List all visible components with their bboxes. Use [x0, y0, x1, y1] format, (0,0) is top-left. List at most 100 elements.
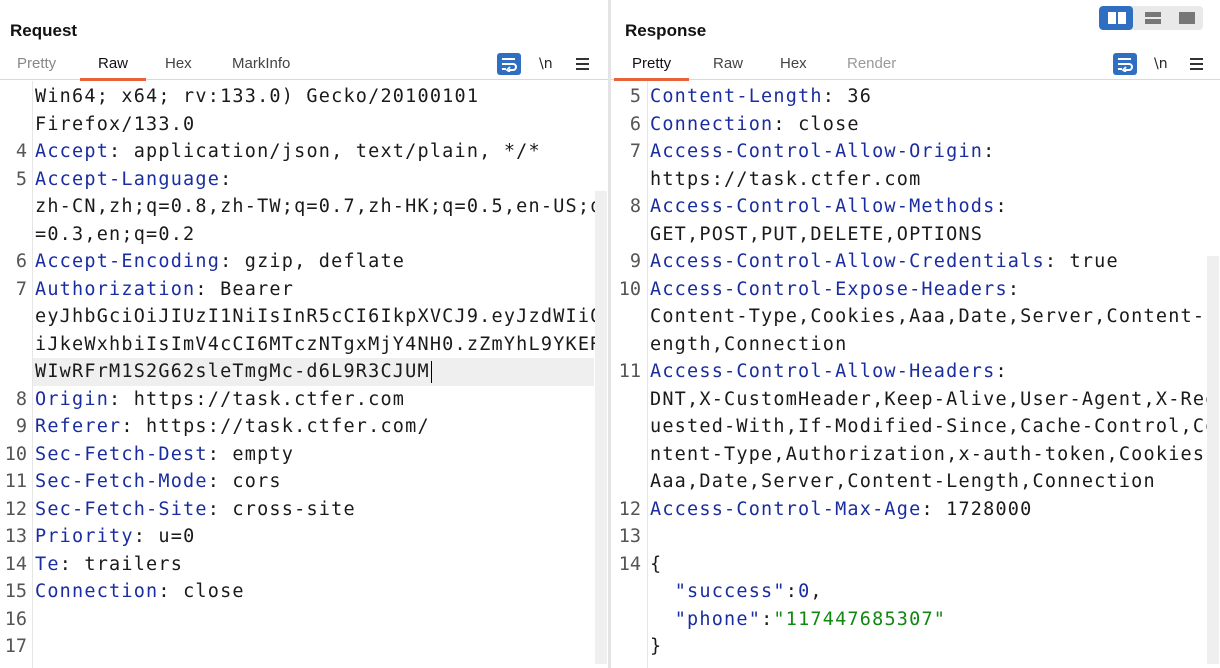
code-line: 7 Access-Control-Allow-Origin:: [611, 138, 1220, 166]
code-token: : Bearer: [195, 278, 295, 300]
code-token: eyJhbGciOiJIUzI1NiIsInR5cCI6IkpXVCJ9.eyJ…: [35, 306, 603, 327]
response-tabs: Pretty Raw Hex Render \n: [611, 50, 1220, 81]
line-number: 13: [618, 526, 641, 547]
code-token: ,: [810, 581, 823, 602]
request-tabs: Pretty Raw Hex MarkInfo \n: [0, 50, 608, 81]
response-tab-render[interactable]: Render: [847, 55, 896, 72]
code-token: iJkeWxhbiIsImV4cCI6MTczNTgxMjY4NH0.zZmYh…: [35, 333, 603, 355]
request-editor[interactable]: Win64; x64; rv:133.0) Gecko/20100101 Fire…: [0, 81, 608, 668]
code-line: Win64; x64; rv:133.0) Gecko/20100101: [0, 83, 608, 111]
response-scrollbar[interactable]: [1207, 256, 1219, 664]
code-token: ntent-Type,Authorization,x-auth-token,Co…: [650, 443, 1218, 465]
code-line: 11 Access-Control-Allow-Headers:: [611, 358, 1220, 386]
code-line: 10 Access-Control-Expose-Headers:: [611, 276, 1220, 304]
code-line: 5 Accept-Language:: [0, 166, 608, 194]
code-line: 14 Te: trailers: [0, 551, 608, 579]
code-token: Win64; x64; rv:133.0) Gecko/20100101: [35, 86, 480, 107]
line-text: "success":0,: [650, 578, 823, 606]
code-token: :: [761, 608, 774, 630]
request-scrollbar[interactable]: [595, 191, 607, 664]
line-number: 17: [4, 636, 27, 657]
line-text: WIwRFrM1S2G62sleTmgMc-d6L9R3CJUM: [35, 358, 433, 386]
line-text: Content-Type,Cookies,Aaa,Date,Server,Con…: [650, 303, 1218, 331]
code-token: : true: [1044, 251, 1119, 272]
code-token: : 36: [822, 86, 873, 107]
response-tab-hex[interactable]: Hex: [780, 55, 807, 72]
code-line: GET,POST,PUT,DELETE,OPTIONS: [611, 221, 1220, 249]
code-token: zh-CN,zh;q=0.8,zh-TW;q=0.7,zh-HK;q=0.5,e…: [35, 196, 603, 217]
line-text: Firefox/133.0: [35, 111, 195, 139]
line-number: 5: [15, 168, 27, 190]
request-tab-markinfo[interactable]: MarkInfo: [232, 55, 290, 72]
line-text: =0.3,en;q=0.2: [35, 221, 195, 249]
line-text: DNT,X-CustomHeader,Keep-Alive,User-Agent…: [650, 386, 1218, 414]
line-number: 11: [618, 361, 641, 382]
line-number: 10: [4, 443, 27, 465]
line-number: 7: [629, 141, 641, 162]
line-text: iJkeWxhbiIsImV4cCI6MTczNTgxMjY4NH0.zZmYh…: [35, 331, 603, 359]
code-token: GET,POST,PUT,DELETE,OPTIONS: [650, 223, 984, 245]
line-text: ength,Connection: [650, 331, 847, 359]
code-line: }: [611, 633, 1220, 661]
layout-stacked-button[interactable]: [1135, 6, 1169, 30]
layout-side-by-side-button[interactable]: [1099, 6, 1133, 30]
line-text: Origin: https://task.ctfer.com: [35, 386, 405, 414]
line-text: Access-Control-Max-Age: 1728000: [650, 496, 1032, 524]
line-number: 12: [4, 498, 27, 520]
request-tab-raw[interactable]: Raw: [79, 55, 147, 81]
code-token: : u=0: [133, 526, 196, 547]
code-line: 4 Accept: application/json, text/plain, *…: [0, 138, 608, 166]
header-name: Sec-Fetch-Mode: [35, 471, 208, 492]
code-token: :: [995, 361, 1008, 382]
line-text: "phone":"117447685307": [650, 606, 946, 634]
code-token: WIwRFrM1S2G62sleTmgMc-d6L9R3CJUM: [35, 361, 430, 382]
code-line: iJkeWxhbiIsImV4cCI6MTczNTgxMjY4NH0.zZmYh…: [0, 331, 608, 359]
code-token: https://task.ctfer.com: [650, 168, 922, 190]
code-token: : https://task.ctfer.com: [109, 388, 406, 410]
request-tab-pretty[interactable]: Pretty: [17, 55, 56, 72]
code-token: : cors: [207, 471, 282, 492]
code-token: Aaa,Date,Server,Content-Length,Connectio…: [650, 471, 1156, 492]
code-line: eyJhbGciOiJIUzI1NiIsInR5cCI6IkpXVCJ9.eyJ…: [0, 303, 608, 331]
code-token: :: [983, 141, 996, 162]
code-line: 16: [0, 606, 608, 634]
line-number: 12: [618, 498, 641, 520]
line-text: Connection: close: [35, 578, 245, 606]
code-line: =0.3,en;q=0.2: [0, 221, 608, 249]
header-name: Access-Control-Allow-Origin: [650, 141, 984, 162]
response-tab-raw[interactable]: Raw: [713, 55, 743, 72]
code-token: : https://task.ctfer.com/: [121, 416, 430, 437]
response-tab-pretty[interactable]: Pretty: [613, 55, 690, 81]
request-tab-hex[interactable]: Hex: [165, 55, 192, 72]
request-wrap-lines-button[interactable]: [497, 53, 521, 75]
code-line: 14 {: [611, 551, 1220, 579]
request-menu-icon[interactable]: [575, 53, 591, 75]
request-newline-toggle[interactable]: \n: [539, 53, 559, 75]
response-title: Response: [625, 21, 707, 40]
line-text: Sec-Fetch-Mode: cors: [35, 468, 282, 496]
code-line: WIwRFrM1S2G62sleTmgMc-d6L9R3CJUM: [0, 358, 608, 386]
line-text: Connection: close: [650, 111, 860, 139]
json-string-value: "117447685307": [773, 608, 947, 630]
line-number: 6: [629, 113, 641, 135]
line-text: https://task.ctfer.com: [650, 166, 921, 194]
wrap-lines-icon: [1118, 58, 1133, 72]
response-editor[interactable]: 5 Content-Length: 36 6 Connection: close 7 Ac…: [611, 81, 1220, 668]
line-text: Access-Control-Allow-Credentials: true: [650, 248, 1119, 276]
code-token: DNT,X-CustomHeader,Keep-Alive,User-Agent…: [650, 388, 1218, 410]
line-text: Accept-Language:: [35, 166, 232, 194]
code-token: Content-Type,Cookies,Aaa,Date,Server,Con…: [650, 306, 1218, 327]
response-newline-toggle[interactable]: \n: [1154, 53, 1174, 75]
response-wrap-lines-button[interactable]: [1113, 53, 1137, 75]
code-line: 6 Connection: close: [611, 111, 1220, 139]
line-text: Referer: https://task.ctfer.com/: [35, 413, 430, 441]
code-line: 12 Sec-Fetch-Site: cross-site: [0, 496, 608, 524]
code-token: : close: [773, 113, 860, 135]
code-token: =0.3,en;q=0.2: [35, 223, 196, 245]
code-token: : empty: [207, 443, 295, 465]
code-token: :: [995, 196, 1008, 217]
code-token: :: [220, 168, 233, 190]
layout-single-button[interactable]: [1169, 6, 1203, 30]
response-menu-icon[interactable]: [1189, 53, 1205, 75]
